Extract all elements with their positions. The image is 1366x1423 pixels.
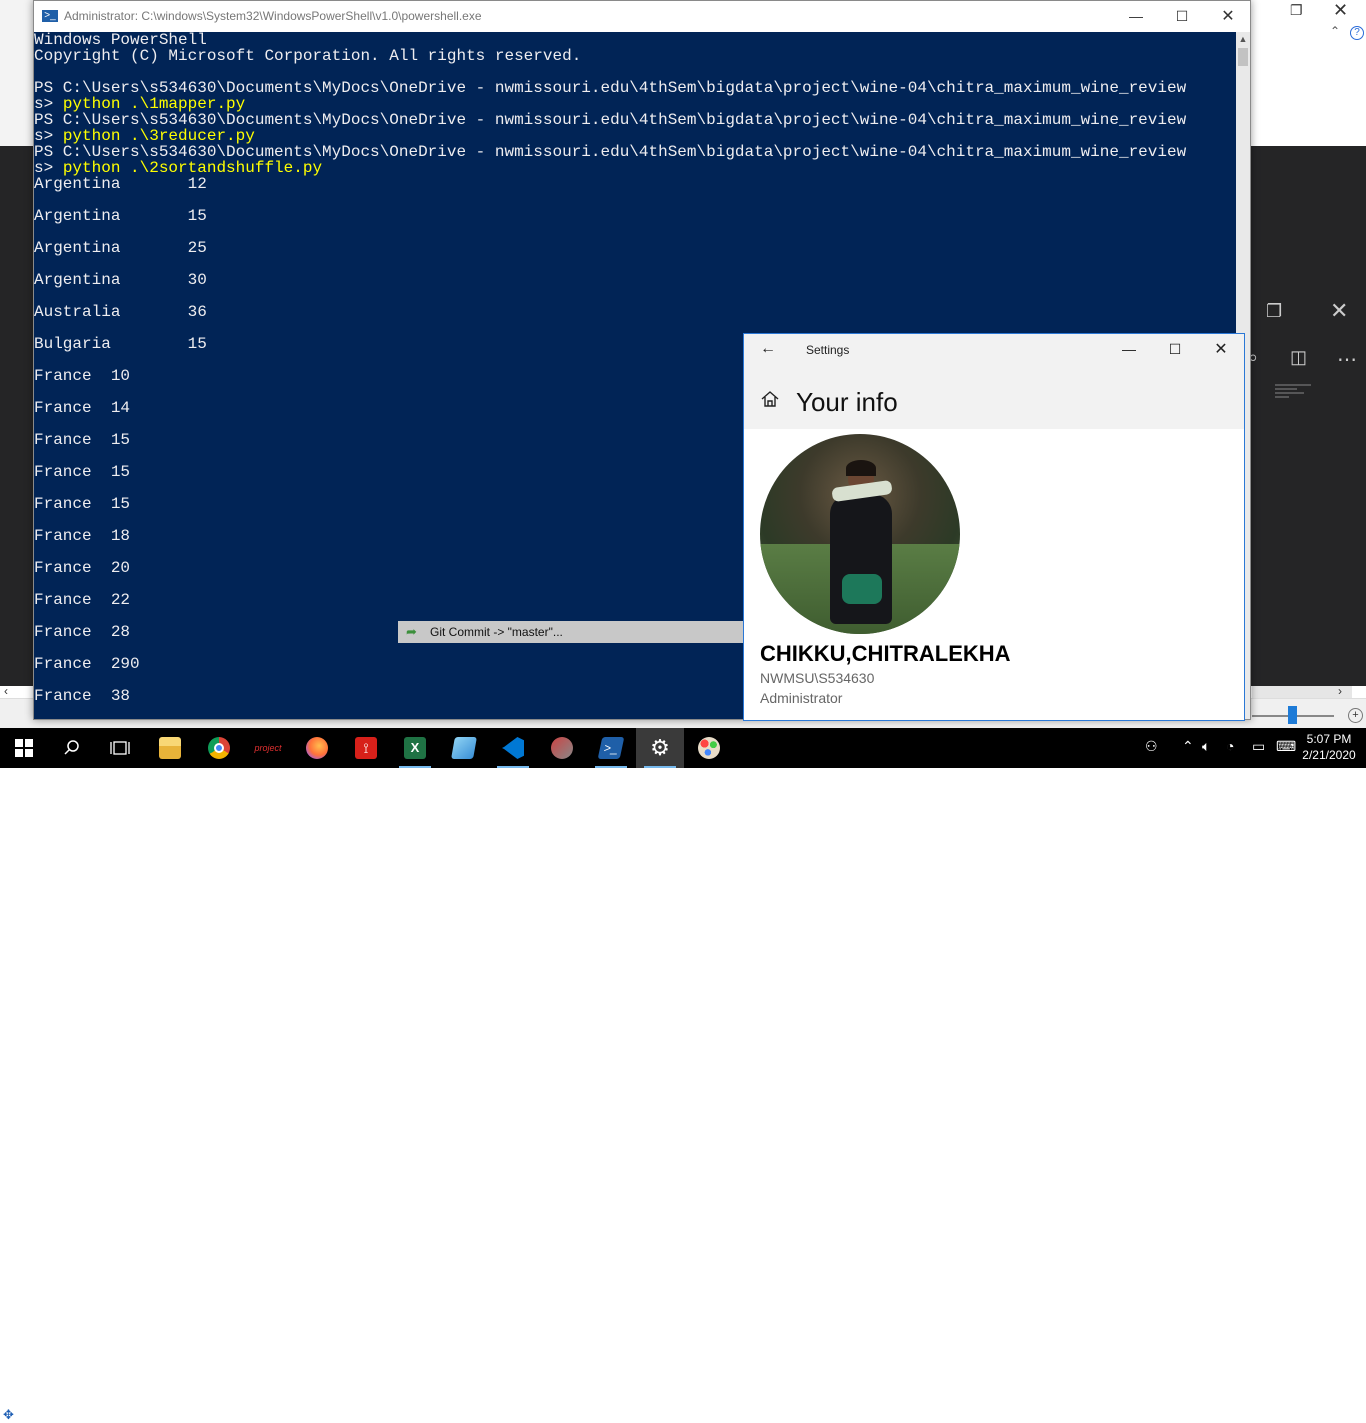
back-arrow-icon[interactable]: ← — [760, 340, 776, 358]
chrome-button[interactable] — [195, 728, 243, 768]
settings-titlebar[interactable]: ← Settings — ☐ ✕ — [744, 334, 1244, 365]
firefox-button[interactable] — [293, 728, 341, 768]
page-title: Your info — [796, 387, 898, 417]
scroll-left-icon[interactable]: ‹ — [4, 684, 8, 698]
chevron-up-icon[interactable]: ⌃ — [1330, 24, 1340, 38]
people-icon[interactable]: ⚇ — [1145, 738, 1158, 755]
settings-button[interactable]: ⚙ — [636, 728, 684, 768]
acrobat-button[interactable]: ⟟ — [342, 728, 390, 768]
git-commit-text: Git Commit -> "master"... — [430, 625, 563, 639]
maximize-button[interactable]: ☐ — [1152, 334, 1198, 365]
close-button[interactable]: ✕ — [1198, 334, 1244, 365]
minimap[interactable] — [1275, 382, 1311, 412]
acrobat-icon: ⟟ — [355, 737, 377, 759]
horizontal-scrollbar[interactable] — [1252, 686, 1352, 698]
scroll-right-icon[interactable]: › — [1338, 684, 1342, 698]
network-icon[interactable]: ◔ — [1226, 738, 1234, 754]
zoom-in-icon[interactable]: + — [1348, 708, 1363, 723]
minimize-button[interactable]: — — [1106, 334, 1152, 365]
battery-icon[interactable]: ▭ — [1252, 738, 1265, 755]
maximize-button[interactable]: ☐ — [1159, 1, 1205, 32]
excel-button[interactable]: X — [391, 728, 439, 768]
output-record: Argentina 15 — [34, 207, 207, 225]
output-record: Argentina 30 — [34, 271, 207, 289]
task-view-icon — [110, 741, 130, 755]
output-record: Australia 36 — [34, 303, 207, 321]
powershell-button[interactable]: >_ — [587, 728, 635, 768]
git-commit-icon: ➦ — [406, 624, 417, 639]
scroll-up-icon[interactable]: ▲ — [1236, 34, 1250, 44]
scrollbar-thumb[interactable] — [1238, 48, 1248, 66]
clock[interactable]: 5:07 PM 2/21/2020 — [1300, 731, 1358, 763]
user-account: NWMSU\S534630 — [760, 670, 875, 686]
volume-icon[interactable]: 🔈︎ — [1202, 738, 1210, 755]
split-editor-icon[interactable]: ◫ — [1290, 347, 1307, 368]
powershell-icon: >_ — [42, 10, 58, 22]
firefox-icon — [306, 737, 328, 759]
project-label: project — [254, 743, 282, 753]
notepad-icon — [451, 737, 477, 759]
background-restore-button[interactable]: ❐ — [1290, 2, 1303, 19]
date-text: 2/21/2020 — [1302, 748, 1356, 762]
zoom-slider-thumb[interactable] — [1288, 706, 1297, 724]
restore-icon[interactable]: ❐ — [1266, 301, 1282, 322]
powershell-icon: >_ — [597, 737, 625, 759]
user-role: Administrator — [760, 690, 843, 706]
search-icon — [64, 740, 79, 755]
command-line: s> python .\1mapper.py — [34, 96, 1236, 112]
settings-window[interactable]: ← Settings — ☐ ✕ Your info CHIKKU,CHITRA… — [743, 333, 1245, 721]
user-name: CHIKKU,CHITRALEKHA — [760, 641, 1011, 666]
background-close-button[interactable]: ✕ — [1333, 0, 1348, 21]
folder-icon — [159, 737, 181, 759]
paint-button[interactable] — [685, 728, 733, 768]
paint-icon — [698, 737, 720, 759]
time-text: 5:07 PM — [1306, 732, 1352, 746]
console-line: Copyright (C) Microsoft Corporation. All… — [34, 47, 582, 65]
notepad-button[interactable] — [440, 728, 488, 768]
command-line: s> python .\3reducer.py — [34, 128, 1236, 144]
output-record: Argentina 25 — [34, 239, 207, 257]
close-button[interactable]: ✕ — [1205, 1, 1251, 32]
move-icon[interactable]: ✥ — [3, 1407, 14, 1423]
vscode-icon — [502, 737, 524, 759]
git-commit-notification[interactable]: ➦ Git Commit -> "master"... — [398, 621, 743, 643]
settings-title: Settings — [806, 343, 850, 357]
windows-logo-icon — [15, 739, 33, 757]
vscode-button[interactable] — [489, 728, 537, 768]
chevron-up-icon[interactable]: ⌃ — [1182, 738, 1194, 755]
tool-button[interactable] — [538, 728, 586, 768]
prompt-line: PS C:\Users\s534630\Documents\MyDocs\One… — [34, 111, 1187, 129]
powershell-titlebar[interactable]: >_ Administrator: C:\windows\System32\Wi… — [34, 1, 1250, 32]
output-record: Argentina 12 — [34, 175, 207, 193]
chrome-icon — [208, 737, 230, 759]
command-line: s> python .\2sortandshuffle.py — [34, 160, 1236, 176]
prompt-line: PS C:\Users\s534630\Documents\MyDocs\One… — [34, 79, 1187, 97]
avatar — [760, 434, 960, 634]
keyboard-icon[interactable]: ⌨ — [1276, 738, 1296, 755]
close-icon[interactable]: ✕ — [1330, 298, 1348, 324]
gear-icon: ⚙ — [650, 735, 670, 760]
file-explorer-button[interactable] — [146, 728, 194, 768]
minimize-button[interactable]: — — [1113, 1, 1159, 32]
powershell-title: Administrator: C:\windows\System32\Windo… — [64, 9, 482, 23]
search-button[interactable] — [48, 728, 96, 768]
more-icon[interactable]: ⋯ — [1337, 347, 1357, 372]
tool-icon — [551, 737, 573, 759]
console-line: Windows PowerShell — [34, 32, 207, 49]
start-button[interactable] — [0, 728, 48, 768]
background-ribbon — [0, 0, 34, 146]
settings-header: Your info — [744, 365, 1244, 429]
prompt-line: PS C:\Users\s534630\Documents\MyDocs\One… — [34, 143, 1187, 161]
task-view-button[interactable] — [96, 728, 144, 768]
project-button[interactable]: project — [244, 728, 292, 768]
help-icon[interactable]: ? — [1350, 26, 1364, 40]
taskbar: project ⟟ X >_ ⚙ ⚇ ⌃ 🔈︎ ◔ ▭ ⌨ 5:07 PM 2/… — [0, 728, 1366, 768]
excel-icon: X — [404, 737, 426, 759]
home-icon[interactable] — [760, 389, 780, 409]
